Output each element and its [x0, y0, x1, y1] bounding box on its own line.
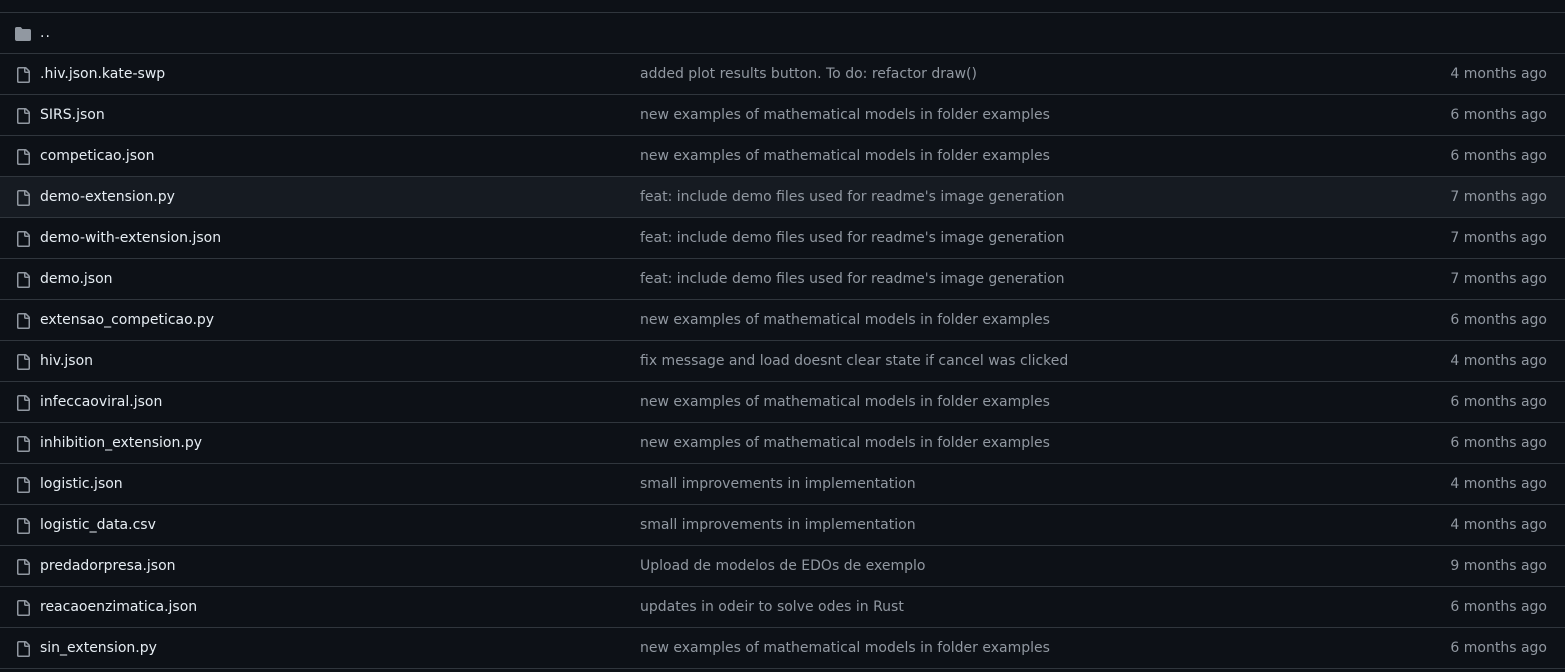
file-icon [14, 517, 32, 535]
file-row[interactable]: infeccaoviral.json new examples of mathem… [0, 382, 1565, 423]
commit-age: 6 months ago [1450, 599, 1547, 615]
file-icon [14, 558, 32, 576]
parent-directory-row[interactable]: .. [0, 13, 1565, 54]
file-name-link[interactable]: infeccaoviral.json [40, 382, 162, 422]
file-icon [14, 189, 32, 207]
file-icon [14, 476, 32, 494]
commit-age: 6 months ago [1450, 394, 1547, 410]
file-row[interactable]: demo-extension.py feat: include demo file… [0, 177, 1565, 218]
file-row[interactable]: demo-with-extension.json feat: include de… [0, 218, 1565, 259]
commit-message-link[interactable]: new examples of mathematical models in f… [640, 382, 1050, 422]
commit-age: 4 months ago [1450, 517, 1547, 533]
commit-age: 7 months ago [1450, 230, 1547, 246]
file-row[interactable]: inhibition_extension.py new examples of m… [0, 423, 1565, 464]
file-name-link[interactable]: hiv.json [40, 341, 93, 381]
commit-age: 6 months ago [1450, 107, 1547, 123]
commit-age: 6 months ago [1450, 148, 1547, 164]
file-name-link[interactable]: SIRS.json [40, 95, 105, 135]
file-name-link[interactable]: inhibition_extension.py [40, 423, 202, 463]
file-icon [14, 230, 32, 248]
commit-message-link[interactable]: added plot results button. To do: refact… [640, 54, 977, 94]
commit-message-link[interactable]: new examples of mathematical models in f… [640, 136, 1050, 176]
file-row[interactable]: SIRS.json new examples of mathematical mo… [0, 95, 1565, 136]
commit-age: 7 months ago [1450, 189, 1547, 205]
file-name-link[interactable]: reacaoenzimatica.json [40, 587, 197, 627]
commit-message-link[interactable]: feat: include demo files used for readme… [640, 259, 1065, 299]
commit-message-link[interactable]: new examples of mathematical models in f… [640, 95, 1050, 135]
file-name-link[interactable]: logistic_data.csv [40, 505, 156, 545]
commit-age: 6 months ago [1450, 640, 1547, 656]
file-name-link[interactable]: extensao_competicao.py [40, 300, 214, 340]
commit-message-link[interactable]: fix message and load doesnt clear state … [640, 341, 1068, 381]
commit-message-link[interactable]: Upload de modelos de EDOs de exemplo [640, 546, 925, 586]
parent-directory-link[interactable]: .. [40, 13, 51, 53]
file-row[interactable]: predadorpresa.json Upload de modelos de E… [0, 546, 1565, 587]
commit-message-link[interactable]: new examples of mathematical models in f… [640, 423, 1050, 463]
commit-age: 4 months ago [1450, 353, 1547, 369]
file-icon [14, 435, 32, 453]
file-name-link[interactable]: demo-extension.py [40, 177, 175, 217]
file-name-link[interactable]: logistic.json [40, 464, 123, 504]
file-icon [14, 599, 32, 617]
file-icon [14, 353, 32, 371]
file-row[interactable]: extensao_competicao.py new examples of ma… [0, 300, 1565, 341]
file-icon [14, 107, 32, 125]
file-row[interactable]: logistic_data.csv small improvements in i… [0, 505, 1565, 546]
file-name-link[interactable]: demo.json [40, 259, 113, 299]
commit-message-link[interactable]: updates in odeir to solve odes in Rust [640, 587, 904, 627]
file-row[interactable]: sin_extension.py new examples of mathemat… [0, 628, 1565, 669]
file-row[interactable]: logistic.json small improvements in imple… [0, 464, 1565, 505]
file-row[interactable]: demo.json feat: include demo files used f… [0, 259, 1565, 300]
file-icon [14, 312, 32, 330]
commit-age: 9 months ago [1450, 558, 1547, 574]
file-icon [14, 271, 32, 289]
file-name-link[interactable]: predadorpresa.json [40, 546, 176, 586]
commit-message-link[interactable]: feat: include demo files used for readme… [640, 218, 1065, 258]
file-listing-table: .. .hiv.json.kate-swp added plot results … [0, 12, 1565, 669]
commit-age: 4 months ago [1450, 476, 1547, 492]
file-icon [14, 640, 32, 658]
file-icon [14, 394, 32, 412]
commit-message-link[interactable]: new examples of mathematical models in f… [640, 300, 1050, 340]
folder-icon [14, 25, 32, 43]
commit-age: 6 months ago [1450, 435, 1547, 451]
file-name-link[interactable]: .hiv.json.kate-swp [40, 54, 165, 94]
file-icon [14, 148, 32, 166]
file-row[interactable]: hiv.json fix message and load doesnt clea… [0, 341, 1565, 382]
commit-message-link[interactable]: feat: include demo files used for readme… [640, 177, 1065, 217]
file-name-link[interactable]: sin_extension.py [40, 628, 157, 668]
commit-message-link[interactable]: small improvements in implementation [640, 464, 916, 504]
commit-message-link[interactable]: new examples of mathematical models in f… [640, 628, 1050, 668]
file-row[interactable]: .hiv.json.kate-swp added plot results but… [0, 54, 1565, 95]
file-name-link[interactable]: demo-with-extension.json [40, 218, 221, 258]
file-icon [14, 66, 32, 84]
file-row[interactable]: reacaoenzimatica.json updates in odeir to… [0, 587, 1565, 628]
file-name-link[interactable]: competicao.json [40, 136, 154, 176]
commit-age: 6 months ago [1450, 312, 1547, 328]
commit-age: 7 months ago [1450, 271, 1547, 287]
file-row[interactable]: competicao.json new examples of mathemati… [0, 136, 1565, 177]
commit-age: 4 months ago [1450, 66, 1547, 82]
commit-message-link[interactable]: small improvements in implementation [640, 505, 916, 545]
